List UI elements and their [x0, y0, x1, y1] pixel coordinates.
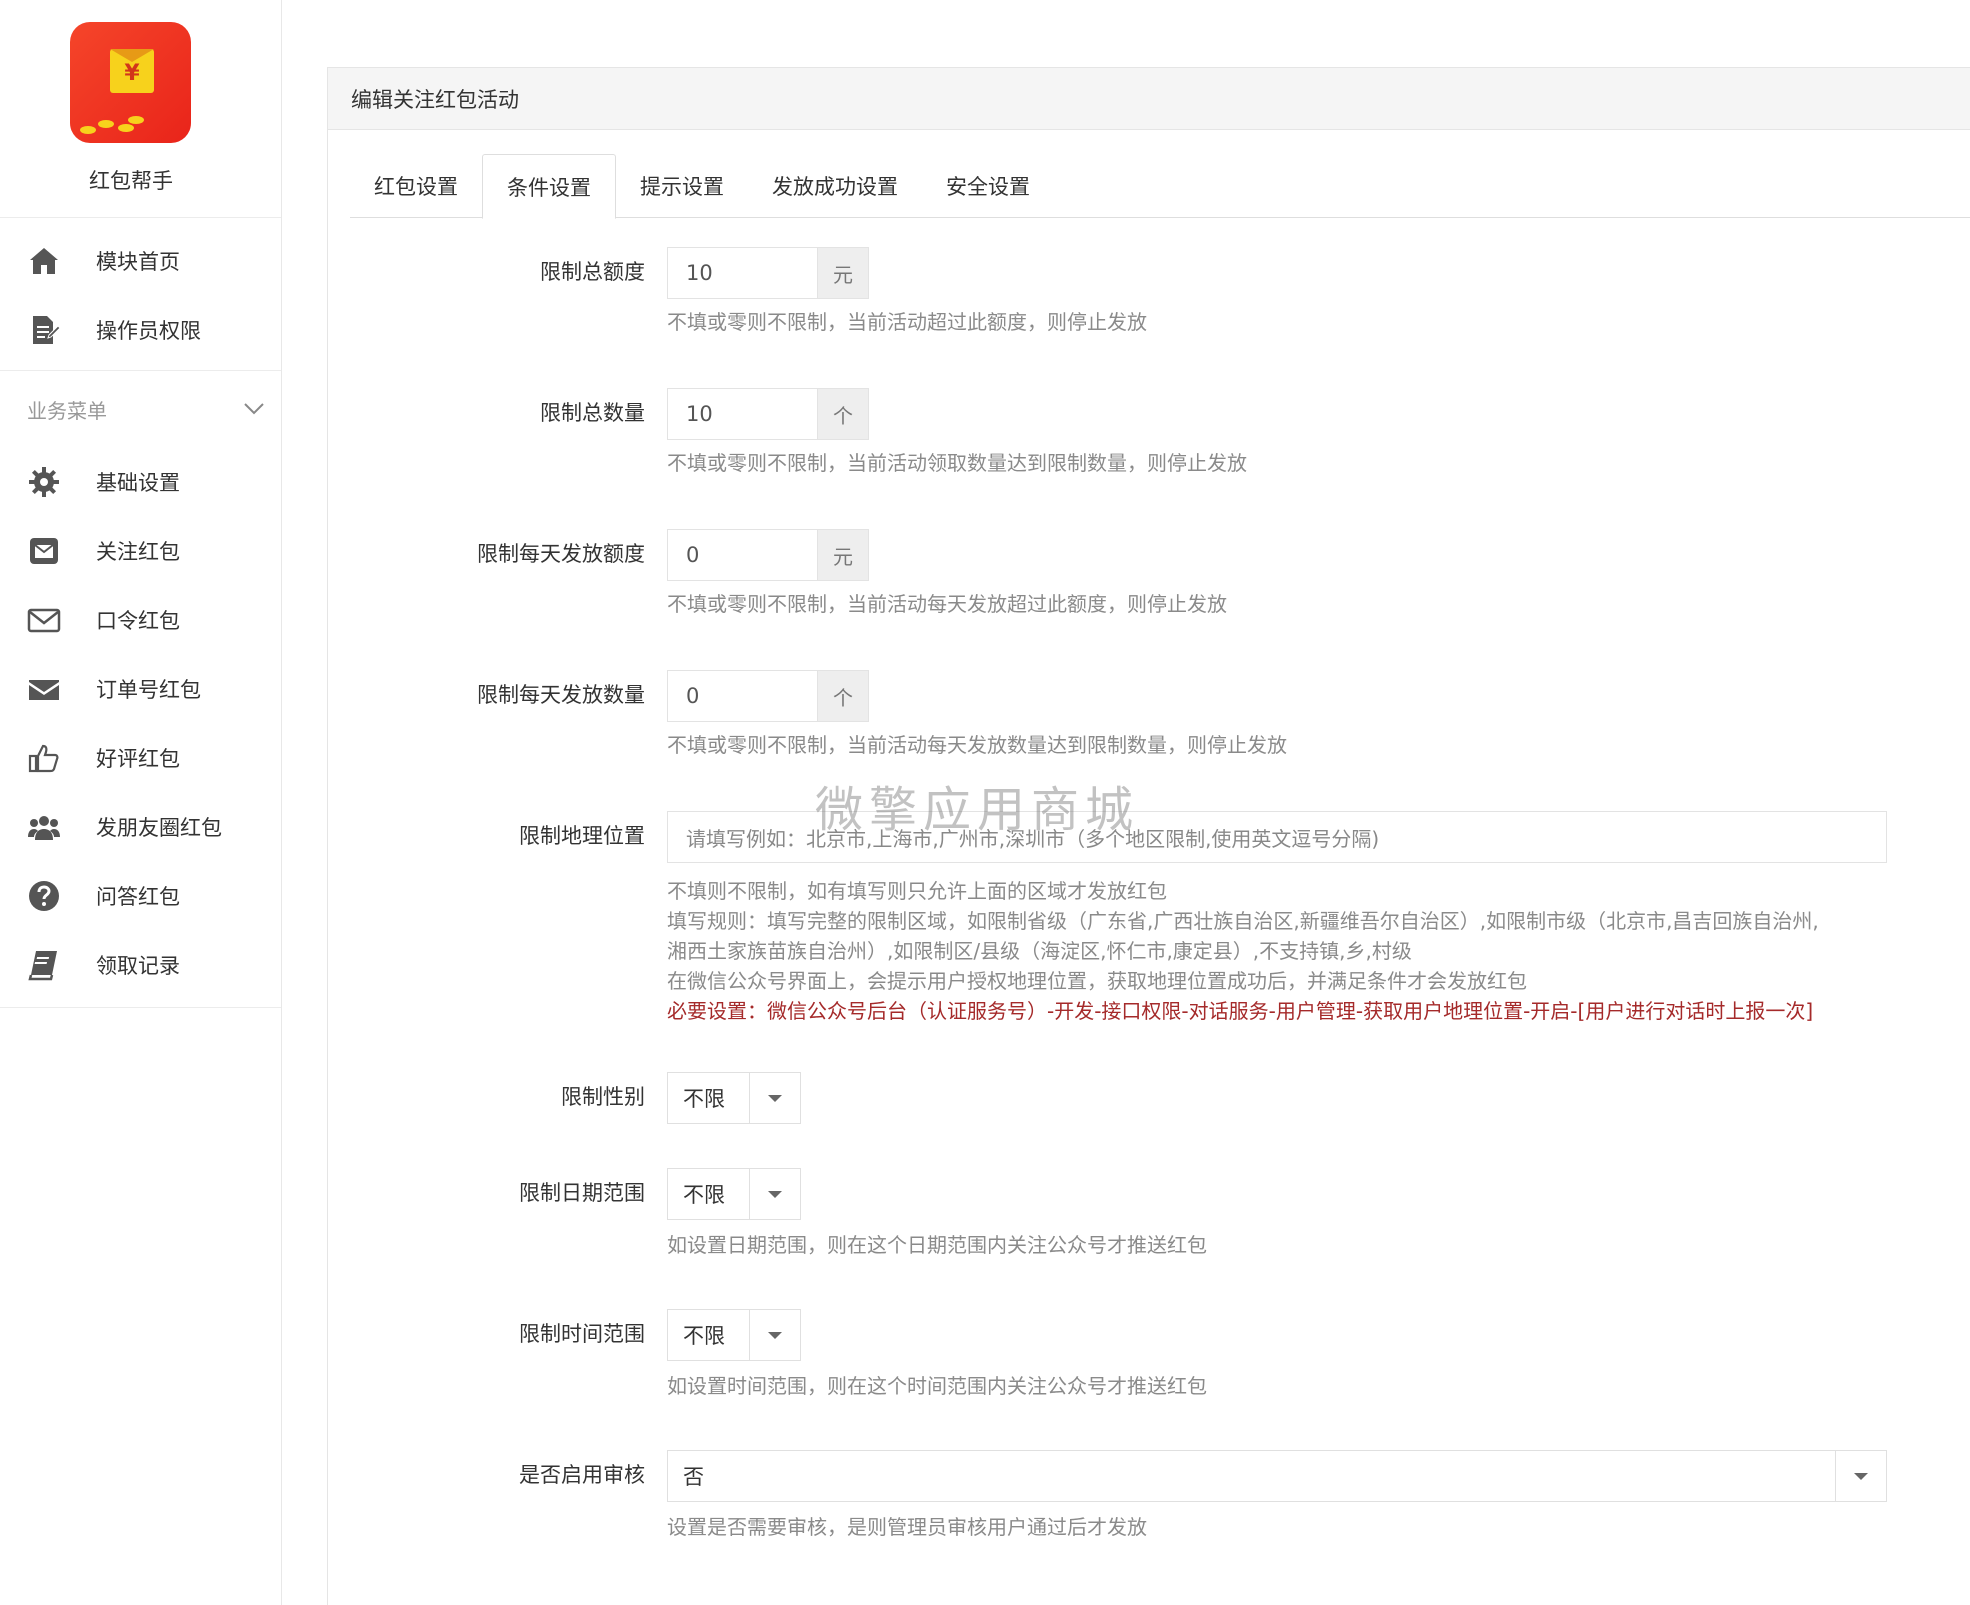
help-text: 不填则不限制，如有填写则只允许上面的区域才发放红包 [667, 879, 1167, 903]
daily-count-input[interactable]: 0 [667, 670, 817, 722]
nav-item-label: 操作员权限 [96, 318, 201, 343]
nav-item-qa-redpacket[interactable]: 问答红包 [0, 861, 281, 930]
nav-item-review-redpacket[interactable]: 好评红包 [0, 723, 281, 792]
nav-item-label: 领取记录 [96, 953, 180, 978]
select-value: 不限 [668, 1169, 750, 1219]
gear-icon [26, 464, 62, 500]
nav-item-label: 基础设置 [96, 470, 180, 495]
unit-addon: 个 [817, 388, 869, 440]
home-icon [26, 243, 62, 279]
nav-item-home[interactable]: 模块首页 [0, 226, 281, 295]
field-label: 限制性别 [561, 1085, 645, 1109]
tab-condition-settings[interactable]: 条件设置 [482, 154, 616, 219]
caret-down-icon [750, 1169, 800, 1219]
caret-down-icon [1836, 1451, 1886, 1501]
sidebar: ¥ 红包帮手 模块首页 操作员权限 业务菜单 基础设置 关注红包 口令红包 订单… [0, 0, 282, 1605]
field-label: 是否启用审核 [519, 1463, 645, 1487]
app-name: 红包帮手 [89, 169, 173, 193]
gender-select[interactable]: 不限 [667, 1072, 801, 1124]
nav-item-password-redpacket[interactable]: 口令红包 [0, 585, 281, 654]
help-text: 湘西土家族苗族自治州）,如限制区/县级（海淀区,怀仁市,康定县）,不支持镇,乡,… [667, 939, 1412, 963]
nav-item-claim-records[interactable]: 领取记录 [0, 930, 281, 999]
field-label: 限制地理位置 [519, 824, 645, 848]
select-value: 否 [668, 1451, 1836, 1501]
question-circle-icon [26, 878, 62, 914]
nav-item-label: 订单号红包 [96, 677, 201, 702]
red-envelope-icon: ¥ [110, 49, 154, 93]
field-label: 限制每天发放数量 [477, 683, 645, 707]
field-label: 限制总数量 [540, 401, 645, 425]
nav-item-operator-permissions[interactable]: 操作员权限 [0, 295, 281, 364]
thumbs-up-icon [26, 740, 62, 776]
nav-item-label: 关注红包 [96, 539, 180, 564]
nav-item-label: 好评红包 [96, 746, 180, 771]
chevron-down-icon [244, 403, 264, 415]
help-text: 填写规则：填写完整的限制区域，如限制省级（广东省,广西壮族自治区,新疆维吾尔自治… [667, 909, 1819, 933]
nav-item-follow-redpacket[interactable]: 关注红包 [0, 516, 281, 585]
select-value: 不限 [668, 1310, 750, 1360]
users-icon [26, 809, 62, 845]
required-setting-text: 必要设置：微信公众号后台（认证服务号）-开发-接口权限-对话服务-用户管理-获取… [667, 999, 1814, 1023]
help-text: 如设置日期范围，则在这个日期范围内关注公众号才推送红包 [667, 1233, 1207, 1257]
nav-item-basic-settings[interactable]: 基础设置 [0, 447, 281, 516]
tab-redpacket-settings[interactable]: 红包设置 [350, 154, 482, 218]
help-text: 不填或零则不限制，当前活动领取数量达到限制数量，则停止发放 [667, 451, 1247, 475]
nav-item-label: 口令红包 [96, 608, 180, 633]
edit-panel: 编辑关注红包活动 红包设置 条件设置 提示设置 发放成功设置 安全设置 限制总额… [327, 67, 1970, 1605]
tab-security-settings[interactable]: 安全设置 [922, 154, 1054, 218]
select-value: 不限 [668, 1073, 750, 1123]
document-edit-icon [26, 312, 62, 348]
total-amount-input[interactable]: 10 [667, 247, 817, 299]
review-select[interactable]: 否 [667, 1450, 1887, 1502]
unit-addon: 元 [817, 529, 869, 581]
caret-down-icon [750, 1310, 800, 1360]
help-text: 不填或零则不限制，当前活动每天发放数量达到限制数量，则停止发放 [667, 733, 1287, 757]
tab-success-settings[interactable]: 发放成功设置 [748, 154, 922, 218]
business-menu: 业务菜单 基础设置 关注红包 口令红包 订单号红包 好评红包 发朋友圈红包 问答… [0, 371, 281, 1008]
unit-addon: 个 [817, 670, 869, 722]
tab-prompt-settings[interactable]: 提示设置 [616, 154, 748, 218]
daily-amount-input[interactable]: 0 [667, 529, 817, 581]
envelope-outline-icon [26, 602, 62, 638]
time-range-select[interactable]: 不限 [667, 1309, 801, 1361]
nav-item-order-redpacket[interactable]: 订单号红包 [0, 654, 281, 723]
help-text: 设置是否需要审核，是则管理员审核用户通过后才发放 [667, 1515, 1147, 1539]
brand: ¥ 红包帮手 [0, 0, 281, 218]
total-count-input[interactable]: 10 [667, 388, 817, 440]
location-input[interactable]: 请填写例如：北京市,上海市,广州市,深圳市（多个地区限制,使用英文逗号分隔) [667, 811, 1887, 863]
nav-item-label: 问答红包 [96, 884, 180, 909]
app-logo[interactable]: ¥ [70, 22, 191, 143]
unit-addon: 元 [817, 247, 869, 299]
help-text: 不填或零则不限制，当前活动每天发放超过此额度，则停止发放 [667, 592, 1227, 616]
nav-item-label: 模块首页 [96, 249, 180, 274]
help-text: 不填或零则不限制，当前活动超过此额度，则停止发放 [667, 310, 1147, 334]
top-nav: 模块首页 操作员权限 [0, 218, 281, 371]
field-label: 限制时间范围 [519, 1322, 645, 1346]
caret-down-icon [750, 1073, 800, 1123]
field-label: 限制总额度 [540, 260, 645, 284]
help-text: 在微信公众号界面上，会提示用户授权地理位置，获取地理位置成功后，并满足条件才会发… [667, 969, 1527, 993]
field-label: 限制每天发放额度 [477, 542, 645, 566]
business-menu-header[interactable]: 业务菜单 [0, 371, 281, 447]
nav-item-moments-redpacket[interactable]: 发朋友圈红包 [0, 792, 281, 861]
nav-item-label: 发朋友圈红包 [96, 815, 222, 840]
date-range-select[interactable]: 不限 [667, 1168, 801, 1220]
tab-bar: 红包设置 条件设置 提示设置 发放成功设置 安全设置 [350, 154, 1970, 219]
panel-title: 编辑关注红包活动 [328, 68, 1970, 130]
field-label: 限制日期范围 [519, 1181, 645, 1205]
help-text: 如设置时间范围，则在这个时间范围内关注公众号才推送红包 [667, 1374, 1207, 1398]
section-title: 业务菜单 [27, 398, 107, 423]
envelope-square-icon [26, 533, 62, 569]
envelope-solid-icon [26, 671, 62, 707]
book-icon [26, 947, 62, 983]
